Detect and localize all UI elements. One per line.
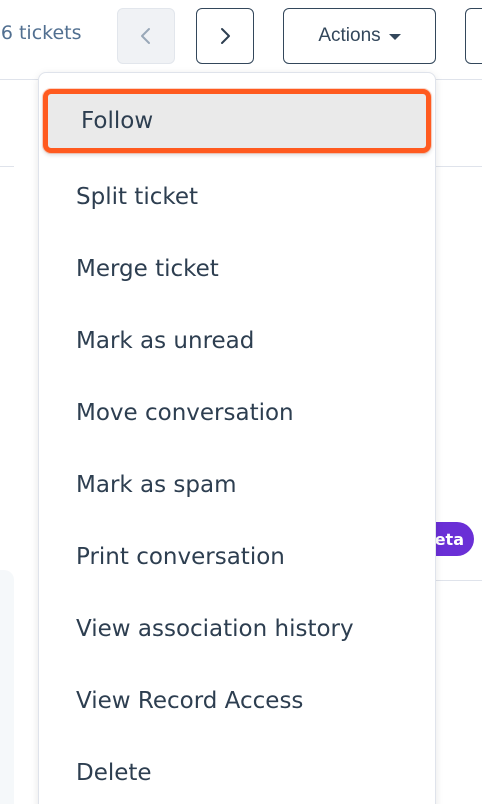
beta-badge-label: eta [434,529,464,549]
actions-label: Actions [318,25,381,46]
background-panel [0,570,14,804]
menu-item-label: Mark as spam [76,472,237,498]
actions-dropdown-button[interactable]: Actions [283,8,436,64]
menu-item-label: Move conversation [76,400,294,426]
chevron-left-icon [141,28,150,44]
menu-item-split-ticket[interactable]: Split ticket [39,161,435,233]
actions-menu: Follow Split ticket Merge ticket Mark as… [38,72,436,804]
menu-item-label: Follow [81,108,154,134]
menu-item-label: Print conversation [76,544,285,570]
caret-down-icon [388,34,401,40]
menu-item-label: Merge ticket [76,256,219,282]
background-divider [0,166,14,167]
more-toolbar-button[interactable] [465,8,482,64]
next-button[interactable] [196,8,254,64]
menu-item-print-conversation[interactable]: Print conversation [39,521,435,593]
ticket-toolbar: -6 tickets Actions [0,0,482,80]
menu-item-delete[interactable]: Delete [39,737,435,804]
ticket-count: -6 tickets [0,22,82,44]
menu-item-mark-as-spam[interactable]: Mark as spam [39,449,435,521]
menu-item-label: Mark as unread [76,328,255,354]
menu-item-label: View Record Access [76,688,304,714]
background-divider-right [436,166,482,167]
chevron-right-icon [221,28,230,44]
menu-item-view-record-access[interactable]: View Record Access [39,665,435,737]
previous-button[interactable] [117,8,175,64]
menu-item-mark-as-unread[interactable]: Mark as unread [39,305,435,377]
menu-item-label: View association history [76,616,354,642]
menu-item-label: Split ticket [76,184,199,210]
page: -6 tickets Actions eta Follow Split tick… [0,0,482,804]
menu-item-move-conversation[interactable]: Move conversation [39,377,435,449]
background-divider-right-lower [436,580,482,581]
menu-item-merge-ticket[interactable]: Merge ticket [39,233,435,305]
menu-item-label: Delete [76,760,152,786]
menu-item-follow[interactable]: Follow [43,89,431,153]
menu-item-view-association-history[interactable]: View association history [39,593,435,665]
